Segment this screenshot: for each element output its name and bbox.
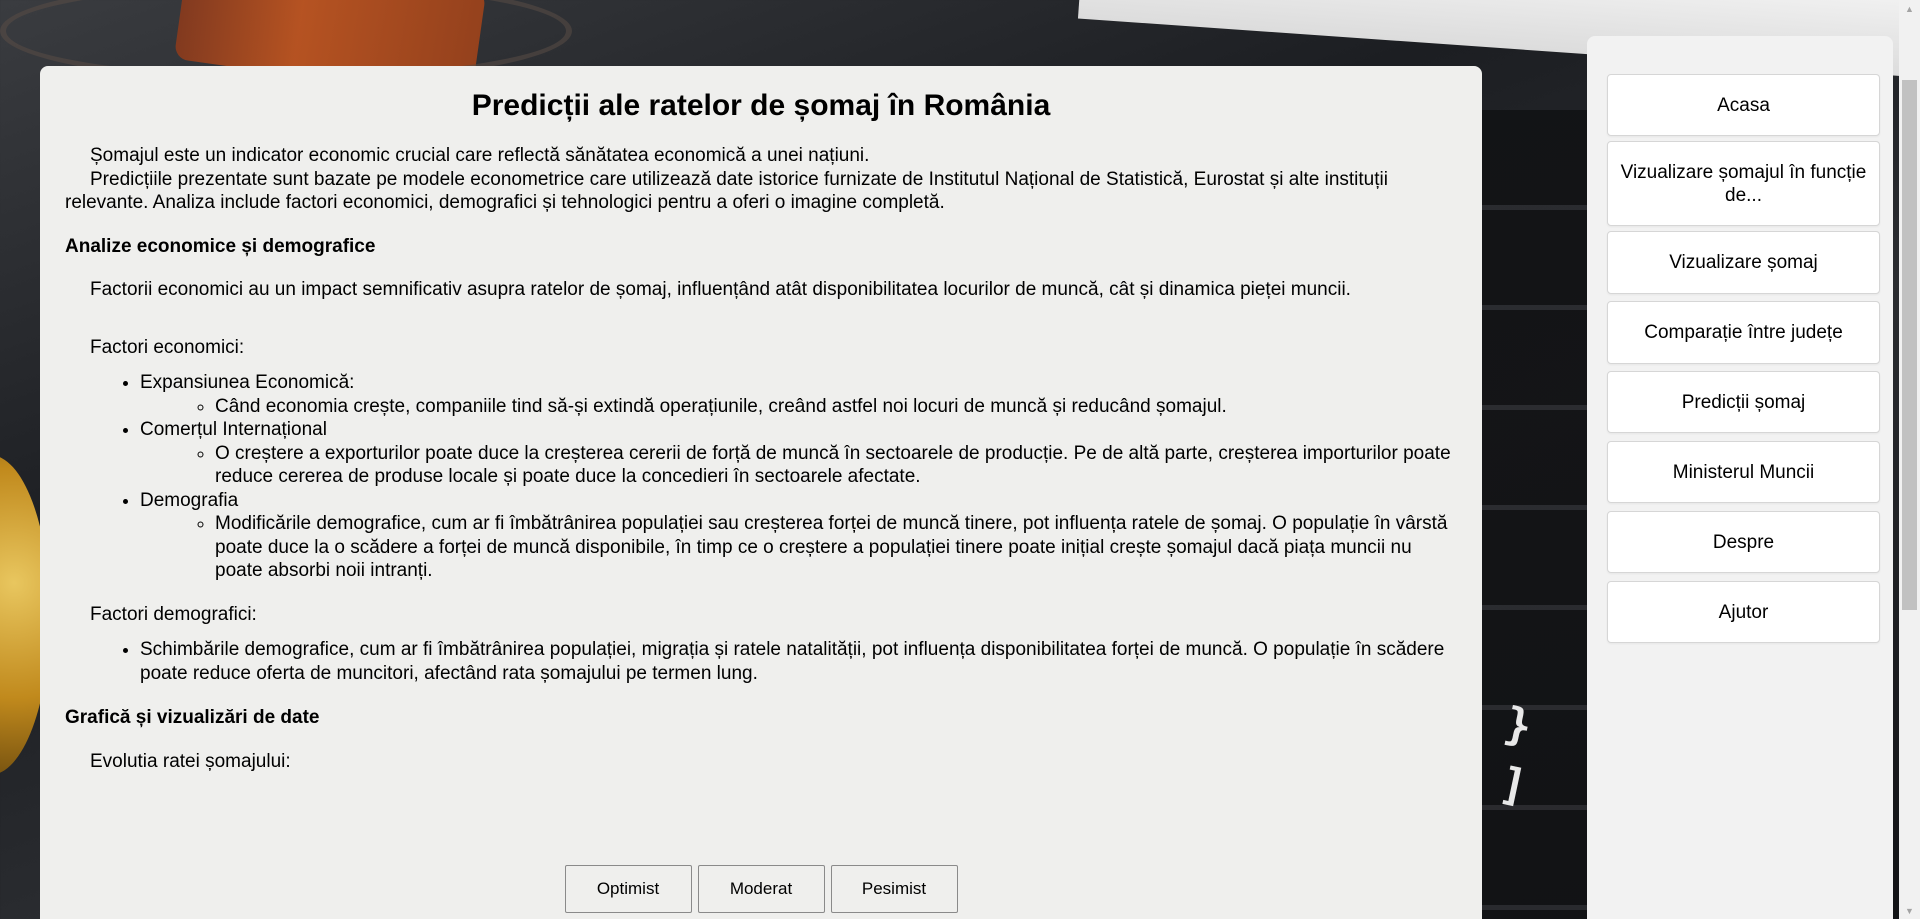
section-title-economic-demographic: Analize economice și demografice [65,235,376,257]
intro-paragraph-2: Predicțiile prezentate sunt bazate pe mo… [65,168,1388,214]
scroll-up-arrow-icon[interactable]: ▲ [1899,0,1920,17]
list-item: Modificările demografice, cum ar fi îmbă… [215,512,1457,583]
sidebar-item-unemployment-by[interactable]: Vizualizare șomajul în funcție de... [1607,141,1880,226]
sidebar-item-home[interactable]: Acasa [1607,74,1880,136]
chart-heading: Evolutia ratei șomajului: [90,750,291,772]
pessimist-scenario-button[interactable]: Pesimist [830,865,958,913]
page-scrollbar[interactable]: ▲ ▼ [1899,0,1920,919]
list-item: Când economia crește, companiile tind să… [215,395,1457,419]
main-content-panel: Predicții ale ratelor de șomaj în Români… [40,66,1482,919]
economic-factors-list: Expansiunea Economică: Când economia cre… [65,371,1457,583]
sidebar-item-unemployment-view[interactable]: Vizualizare șomaj [1607,231,1880,294]
moderate-scenario-button[interactable]: Moderat [697,865,825,913]
economic-factor-label: Expansiunea Economică: [140,372,355,393]
list-item: Expansiunea Economică: Când economia cre… [140,371,1457,418]
list-item: Demografia Modificările demografice, cum… [140,489,1457,583]
economic-factor-label: Demografia [140,489,239,511]
sidebar-item-labor-ministry[interactable]: Ministerul Muncii [1607,441,1880,503]
sidebar-nav: Acasa Vizualizare șomajul în funcție de.… [1587,36,1893,919]
sidebar-item-about[interactable]: Despre [1607,511,1880,573]
scenario-button-group: Optimist Moderat Pesimist [40,865,1482,913]
economic-factors-heading: Factori economici: [90,336,245,358]
demographic-factors-list: Schimbările demografice, cum ar fi îmbăt… [65,638,1457,685]
economic-factor-sublist: O creștere a exporturilor poate duce la … [140,442,1457,489]
list-item: Schimbările demografice, cum ar fi îmbăt… [140,638,1457,685]
optimist-scenario-button[interactable]: Optimist [564,865,692,913]
economic-factor-sublist: Când economia crește, companiile tind să… [140,395,1457,419]
scroll-down-arrow-icon[interactable]: ▼ [1899,902,1920,919]
list-item: O creștere a exporturilor poate duce la … [215,442,1457,489]
sidebar-item-predictions[interactable]: Predicții șomaj [1607,371,1880,433]
list-item: Comerțul Internațional O creștere a expo… [140,418,1457,489]
page-title: Predicții ale ratelor de șomaj în Români… [471,89,1051,122]
economic-factor-label: Comerțul Internațional [140,419,327,440]
sidebar-item-county-comparison[interactable]: Comparație între județe [1607,301,1880,364]
sidebar-item-help[interactable]: Ajutor [1607,581,1880,643]
economic-factor-sublist: Modificările demografice, cum ar fi îmbă… [140,512,1457,583]
section-economic-intro: Factorii economici au un impact semnific… [90,279,1351,300]
demographic-factors-heading: Factori demografici: [90,603,257,625]
scrollbar-thumb[interactable] [1902,80,1917,610]
intro-paragraph-1: Șomajul este un indicator economic cruci… [90,145,870,166]
section-title-charts: Grafică și vizualizări de date [65,707,320,728]
